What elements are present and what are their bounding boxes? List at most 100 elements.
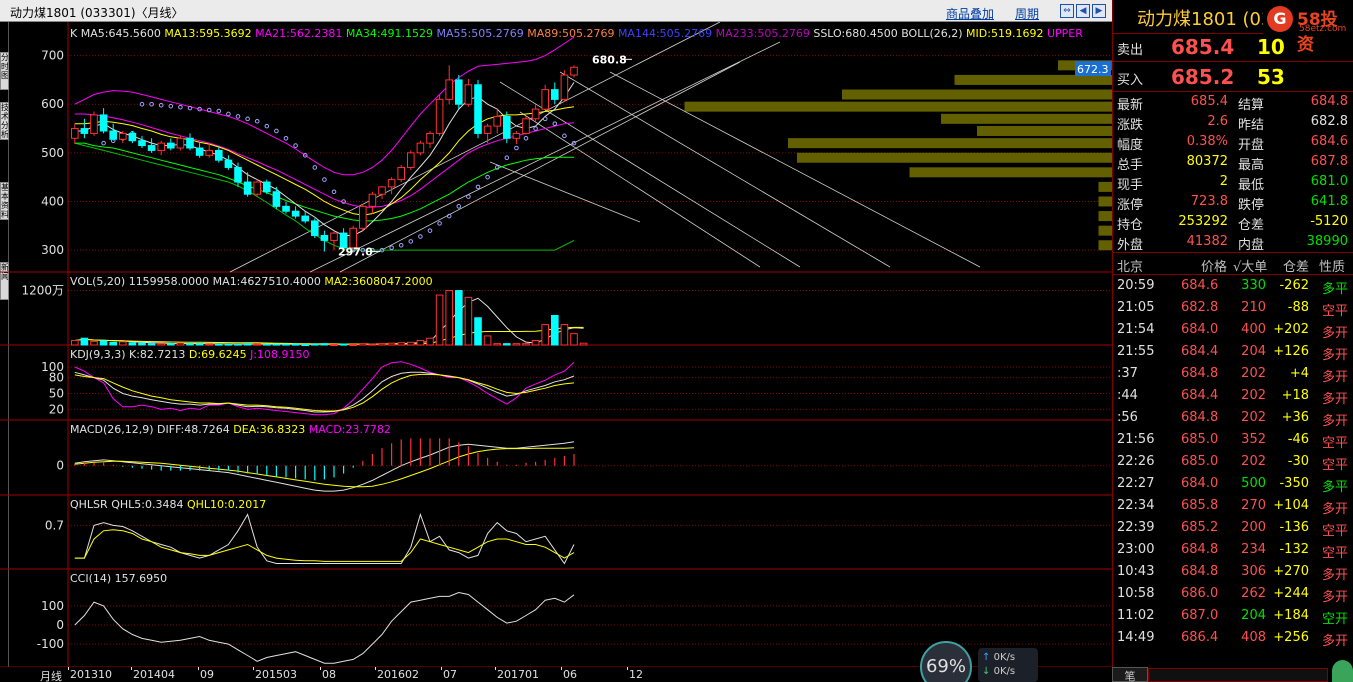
sar-dot xyxy=(312,165,318,170)
tick-row[interactable]: 22:27 684.0 500 -350 多平 xyxy=(1113,474,1353,496)
tick-price: 687.0 xyxy=(1181,608,1219,623)
y-tick-label: 300 xyxy=(41,243,64,257)
tick-change: -30 xyxy=(1287,454,1309,469)
tick-row[interactable]: :37 684.8 202 +4 多开 xyxy=(1113,364,1353,386)
tick-row[interactable]: 23:00 684.8 234 -132 空平 xyxy=(1113,540,1353,562)
qhlsr-header: QHLSR QHL5:0.3484 QHL10:0.2017 xyxy=(70,498,266,511)
tick-change: +18 xyxy=(1281,388,1309,403)
tick-change: +244 xyxy=(1273,586,1309,601)
y-tick-label: 600 xyxy=(41,97,64,111)
sar-dot xyxy=(322,177,327,182)
candle-body xyxy=(474,84,482,134)
tick-time: 22:27 xyxy=(1117,476,1155,491)
tick-price: 684.6 xyxy=(1181,278,1219,293)
indicator-ma21: MA21:562.2381 xyxy=(255,27,346,40)
sell-row[interactable]: 卖出 685.4 10 xyxy=(1113,32,1353,62)
candle-body xyxy=(243,181,252,195)
quote-value: 80372 xyxy=(1186,154,1228,169)
tick-volume: 400 xyxy=(1241,322,1266,337)
volume-profile-bar xyxy=(1098,196,1112,207)
quote-value: 684.6 xyxy=(1310,134,1348,149)
assistant-icon[interactable] xyxy=(1332,660,1353,682)
tick-row[interactable]: 22:26 685.0 202 -30 空平 xyxy=(1113,452,1353,474)
quote-value: 684.8 xyxy=(1310,94,1348,109)
tick-change: +202 xyxy=(1273,322,1309,337)
indicator-ma144: MA144:505.2769 xyxy=(618,27,716,40)
macd-header-part: MACD:23.7782 xyxy=(309,423,391,436)
tick-row[interactable]: 14:49 686.4 408 +256 多开 xyxy=(1113,628,1353,650)
left-icon[interactable]: ◀ xyxy=(1076,4,1090,18)
candle-body xyxy=(215,149,223,161)
sar-dot xyxy=(427,228,433,233)
tick-type: 多开 xyxy=(1321,590,1348,605)
x-axis-label: 09 xyxy=(200,668,214,681)
overlay-commodity-link[interactable]: 商品叠加 xyxy=(946,5,994,22)
tick-change: +104 xyxy=(1273,498,1309,513)
candle xyxy=(531,104,540,122)
sar-dot xyxy=(254,118,260,124)
order-input-bar[interactable] xyxy=(1148,668,1328,682)
tick-row[interactable]: 21:05 682.8 210 -88 空平 xyxy=(1113,298,1353,320)
tick-type: 空开 xyxy=(1321,612,1348,627)
tick-row[interactable]: :44 684.4 202 +18 多开 xyxy=(1113,386,1353,408)
draw-button[interactable]: 笔 xyxy=(1112,667,1148,682)
sar-dot xyxy=(283,135,289,141)
candle-body xyxy=(503,115,511,139)
tick-row[interactable]: 20:59 684.6 330 -262 多平 xyxy=(1113,276,1353,298)
indicator-ma89: MA89:505.2769 xyxy=(527,27,618,40)
tick-row[interactable]: 21:54 684.0 400 +202 多开 xyxy=(1113,320,1353,342)
tick-type: 空平 xyxy=(1321,458,1348,473)
quote-label: 内盘 xyxy=(1238,238,1265,253)
x-axis-tick xyxy=(627,667,628,670)
tick-row[interactable]: 21:56 685.0 352 -46 空平 xyxy=(1113,430,1353,452)
tick-row[interactable]: 11:02 687.0 204 +184 空开 xyxy=(1113,606,1353,628)
x-axis-tick xyxy=(495,667,496,670)
buy-row[interactable]: 买入 685.2 53 xyxy=(1113,62,1353,92)
tick-row[interactable]: 22:34 685.8 270 +104 多开 xyxy=(1113,496,1353,518)
candle-body xyxy=(205,149,213,156)
tick-row[interactable]: 22:39 685.2 200 -136 空平 xyxy=(1113,518,1353,540)
quote-row: 最新 685.4 结算 684.8 xyxy=(1113,93,1353,113)
sar-dot xyxy=(418,234,423,239)
candle xyxy=(493,109,501,134)
tick-row[interactable]: 10:58 686.0 262 +244 多开 xyxy=(1113,584,1353,606)
right-icon[interactable]: ▶ xyxy=(1092,4,1106,18)
sar-dot xyxy=(437,221,442,226)
candle xyxy=(359,203,367,231)
left-right-icon[interactable]: ⇔ xyxy=(1060,4,1074,18)
chart-area[interactable]: 300400500600700 680.8297.0672.3K MA5:645.… xyxy=(0,22,1112,667)
period-link[interactable]: 周期 xyxy=(1015,5,1039,22)
candle-body xyxy=(320,235,329,241)
candle xyxy=(311,218,319,238)
tick-time: 14:49 xyxy=(1117,630,1155,645)
candle xyxy=(397,165,405,183)
tick-change: +36 xyxy=(1281,410,1309,425)
candle xyxy=(378,185,386,200)
indicator-boll262: BOLL(26,2) xyxy=(901,27,966,40)
candle xyxy=(435,94,444,136)
tick-time: 21:54 xyxy=(1117,322,1155,337)
tick-time: 10:58 xyxy=(1117,586,1155,601)
indicator-upper: UPPER xyxy=(1047,27,1083,40)
tick-row[interactable]: 21:55 684.4 204 +126 多开 xyxy=(1113,342,1353,364)
candle xyxy=(71,123,79,145)
sar-dot xyxy=(216,108,222,114)
tick-row[interactable]: :56 684.8 202 +36 多开 xyxy=(1113,408,1353,430)
candle xyxy=(128,130,137,144)
candle-body xyxy=(435,98,444,134)
ma21-line xyxy=(74,113,575,208)
x-axis-label: 08 xyxy=(322,668,336,681)
sar-dot xyxy=(226,111,231,117)
tick-row[interactable]: 10:43 684.8 306 +270 多开 xyxy=(1113,562,1353,584)
candle xyxy=(205,143,213,158)
qhlsr-header-part: QHL5:0.3484 xyxy=(111,498,187,511)
quote-label: 持仓 xyxy=(1117,218,1144,233)
cci-y-tick: 0 xyxy=(56,618,64,632)
vol-y-tick: 1200万 xyxy=(21,284,64,298)
kdj-header-part: D:69.6245 xyxy=(189,348,250,361)
candle-body xyxy=(416,142,425,154)
sar-dot xyxy=(168,103,174,109)
volume-bar xyxy=(176,342,185,346)
candle-body xyxy=(551,89,559,100)
quote-value: -5120 xyxy=(1310,214,1348,229)
